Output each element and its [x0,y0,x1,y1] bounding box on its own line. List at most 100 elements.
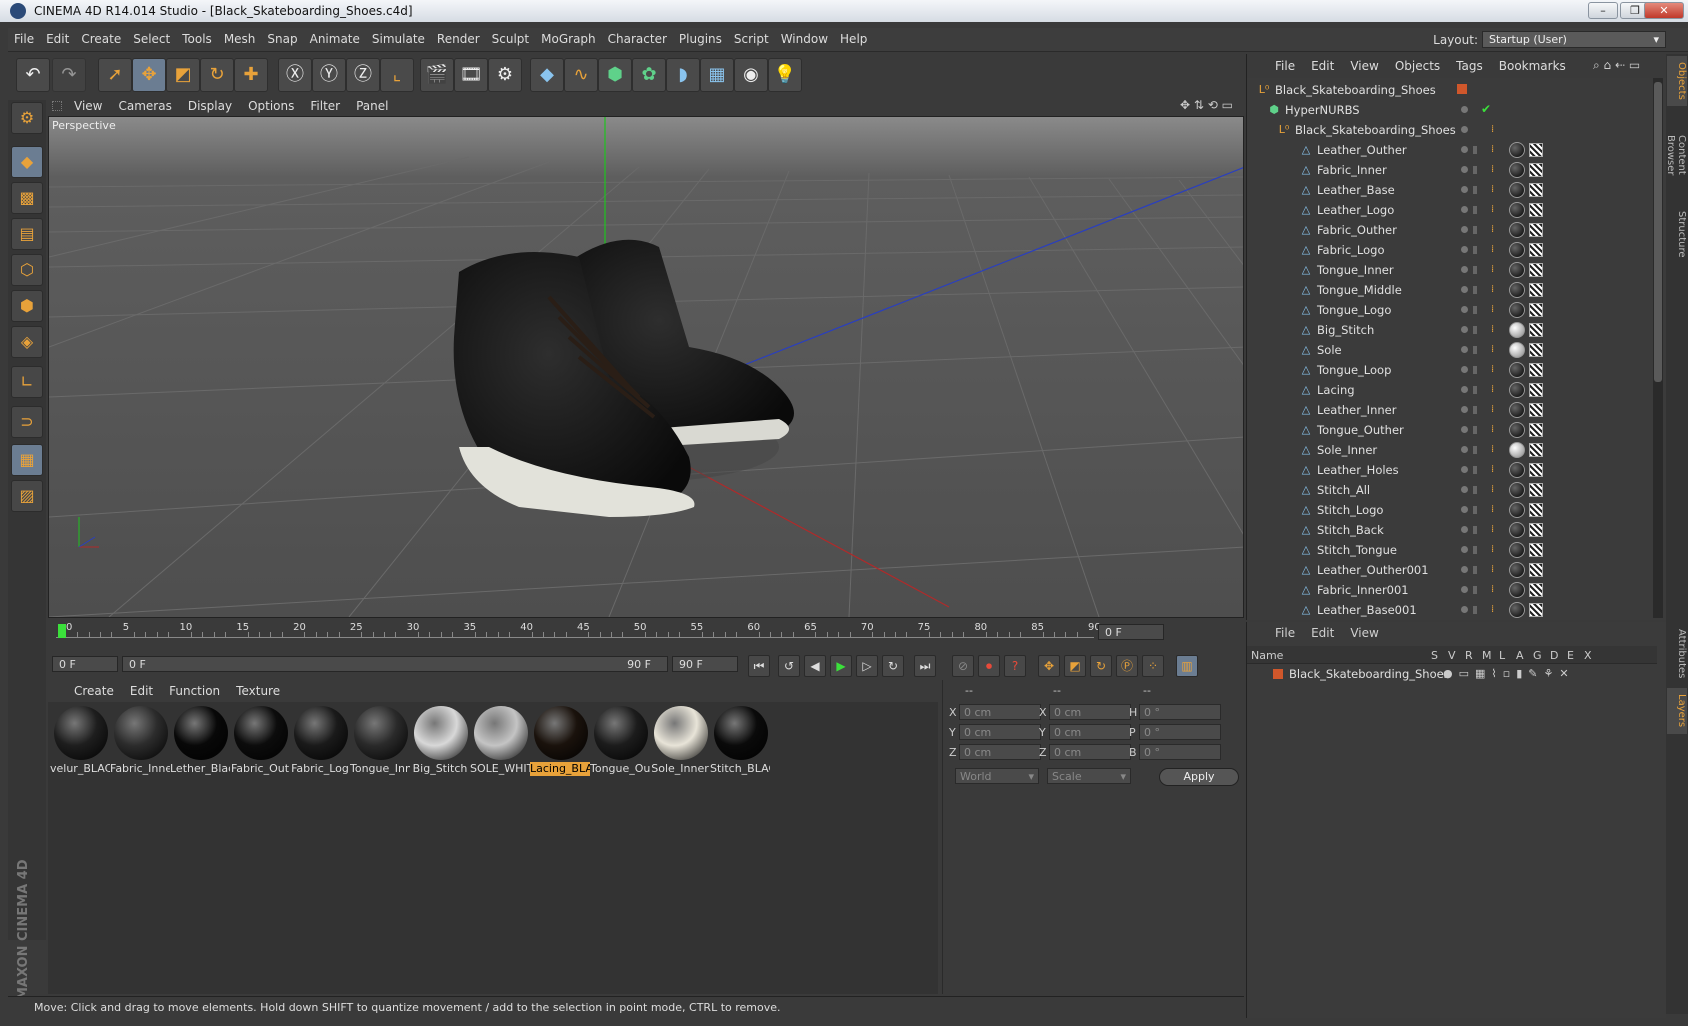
uvw-tag-icon[interactable] [1529,323,1543,337]
phong-tag-icon[interactable]: ⁞ [1491,504,1501,516]
visibility-dot[interactable] [1461,406,1468,413]
phong-tag-icon[interactable]: ⁞ [1491,264,1501,276]
object-row[interactable]: △ Fabric_Logo ⁞ [1247,240,1651,260]
coords-value-field[interactable]: 0 ° [1139,744,1221,760]
uvw-tag-icon[interactable] [1529,303,1543,317]
object-row-group[interactable]: L⁰ Black_Skateboarding_Shoes ⁞ [1247,120,1651,140]
material-tag-icon[interactable] [1509,402,1525,418]
layer-column-g[interactable]: G [1533,649,1542,662]
uvw-tag-icon[interactable] [1529,343,1543,357]
object-row[interactable]: △ Tongue_Logo ⁞ [1247,300,1651,320]
add-camera-button[interactable]: ◉ [734,58,768,92]
render-dot[interactable] [1473,206,1477,214]
add-spline-button[interactable]: ∿ [564,58,598,92]
render-dot[interactable] [1473,526,1477,534]
material-tag-icon[interactable] [1509,522,1525,538]
menu-help[interactable]: Help [834,28,873,50]
phong-tag-icon[interactable]: ⁞ [1491,424,1501,436]
uvw-tag-icon[interactable] [1529,503,1543,517]
object-row[interactable]: △ Tongue_Middle ⁞ [1247,280,1651,300]
objects-menu-tags[interactable]: Tags [1448,54,1491,78]
visibility-dot[interactable] [1461,106,1468,113]
menu-edit[interactable]: Edit [40,28,75,50]
material-item[interactable]: Stitch_BLAC [710,704,770,778]
objects-menu-view[interactable]: View [1342,54,1386,78]
add-cube-button[interactable]: ◆ [530,58,564,92]
material-item[interactable]: Lacing_BLA [530,704,590,778]
points-mode-button[interactable]: ⬡ [11,254,43,286]
visibility-dot[interactable] [1461,266,1468,273]
viewport-nav-icons[interactable]: ✥ ⇅ ⟲ ▭ [1180,98,1233,112]
object-row[interactable]: △ Stitch_Back ⁞ [1247,520,1651,540]
visibility-dot[interactable] [1461,246,1468,253]
object-row[interactable]: △ Leather_Outher ⁞ [1247,140,1651,160]
layer-color-swatch[interactable] [1273,669,1283,679]
layer-column-r[interactable]: R [1465,649,1473,662]
previous-frame-button[interactable]: ◀ [804,655,826,677]
coords-value-field[interactable]: 0 ° [1139,704,1221,720]
material-tag-icon[interactable] [1509,462,1525,478]
object-row[interactable]: △ Fabric_Outher ⁞ [1247,220,1651,240]
uvw-tag-icon[interactable] [1529,463,1543,477]
render-dot[interactable] [1473,406,1477,414]
material-tag-icon[interactable] [1509,482,1525,498]
phong-tag-icon[interactable]: ⁞ [1491,344,1501,356]
viewport-menu-filter[interactable]: Filter [302,96,348,116]
phong-tag-icon[interactable]: ⁞ [1491,304,1501,316]
add-deformer-button[interactable]: ◗ [666,58,700,92]
object-row[interactable]: △ Stitch_Tongue ⁞ [1247,540,1651,560]
objects-search-icons[interactable]: ⌕ ⌂ ⇠ ▭ [1593,58,1640,73]
material-item[interactable]: Fabric_Out [230,704,290,778]
visibility-dot[interactable] [1461,546,1468,553]
render-dot[interactable] [1473,146,1477,154]
visibility-dot[interactable] [1461,506,1468,513]
uvw-tag-icon[interactable] [1529,523,1543,537]
phong-tag-icon[interactable]: ⁞ [1491,204,1501,216]
scale-tool-button[interactable]: ◩ [166,58,200,92]
layer-toggle-icons[interactable]: ●▭▦⌇▫▮✎⚘✕ [1443,667,1575,680]
material-menu-function[interactable]: Function [161,680,228,702]
objects-menu-objects[interactable]: Objects [1387,54,1448,78]
visibility-dot[interactable] [1461,566,1468,573]
edges-mode-button[interactable]: ⬢ [11,290,43,322]
phong-tag-icon[interactable]: ⁞ [1491,444,1501,456]
render-picture-viewer-button[interactable]: 🎞 [454,58,488,92]
uvw-tag-icon[interactable] [1529,243,1543,257]
render-dot[interactable] [1473,446,1477,454]
timeline-mode-button[interactable]: ▥ [1176,655,1198,677]
material-tag-icon[interactable] [1509,442,1525,458]
viewport-menu-panel[interactable]: Panel [348,96,396,116]
object-scrollbar-thumb[interactable] [1654,82,1662,382]
redo-button[interactable]: ↷ [52,58,86,92]
layer-column-l[interactable]: L [1499,649,1505,662]
model-mode-button[interactable]: ◆ [11,146,43,178]
phong-tag-icon[interactable]: ⁞ [1491,244,1501,256]
record-keys-button[interactable]: ⊘ [952,655,974,677]
visibility-dot[interactable] [1461,446,1468,453]
uvw-tag-icon[interactable] [1529,223,1543,237]
material-tag-icon[interactable] [1509,562,1525,578]
menu-simulate[interactable]: Simulate [366,28,431,50]
render-dot[interactable] [1473,386,1477,394]
uvw-tag-icon[interactable] [1529,143,1543,157]
uvw-tag-icon[interactable] [1529,403,1543,417]
material-tag-icon[interactable] [1509,542,1525,558]
render-dot[interactable] [1473,426,1477,434]
render-dot[interactable] [1473,546,1477,554]
rotate-tool-button[interactable]: ↻ [200,58,234,92]
render-dot[interactable] [1473,226,1477,234]
material-item[interactable]: Sole_Inner [650,704,710,778]
render-dot[interactable] [1473,366,1477,374]
play-button[interactable]: ▶ [830,655,852,677]
layout-select[interactable]: Startup (User) ▾ [1482,31,1666,48]
key-rotation-button[interactable]: ↻ [1090,655,1112,677]
enabled-check-icon[interactable]: ✔ [1481,102,1491,116]
add-array-button[interactable]: ✿ [632,58,666,92]
layer-column-e[interactable]: E [1567,649,1574,662]
menu-sculpt[interactable]: Sculpt [486,28,535,50]
objects-menu-edit[interactable]: Edit [1303,54,1342,78]
material-tag-icon[interactable] [1509,602,1525,618]
render-dot[interactable] [1473,586,1477,594]
material-item[interactable]: Fabric_Inne [110,704,170,778]
render-dot[interactable] [1473,506,1477,514]
